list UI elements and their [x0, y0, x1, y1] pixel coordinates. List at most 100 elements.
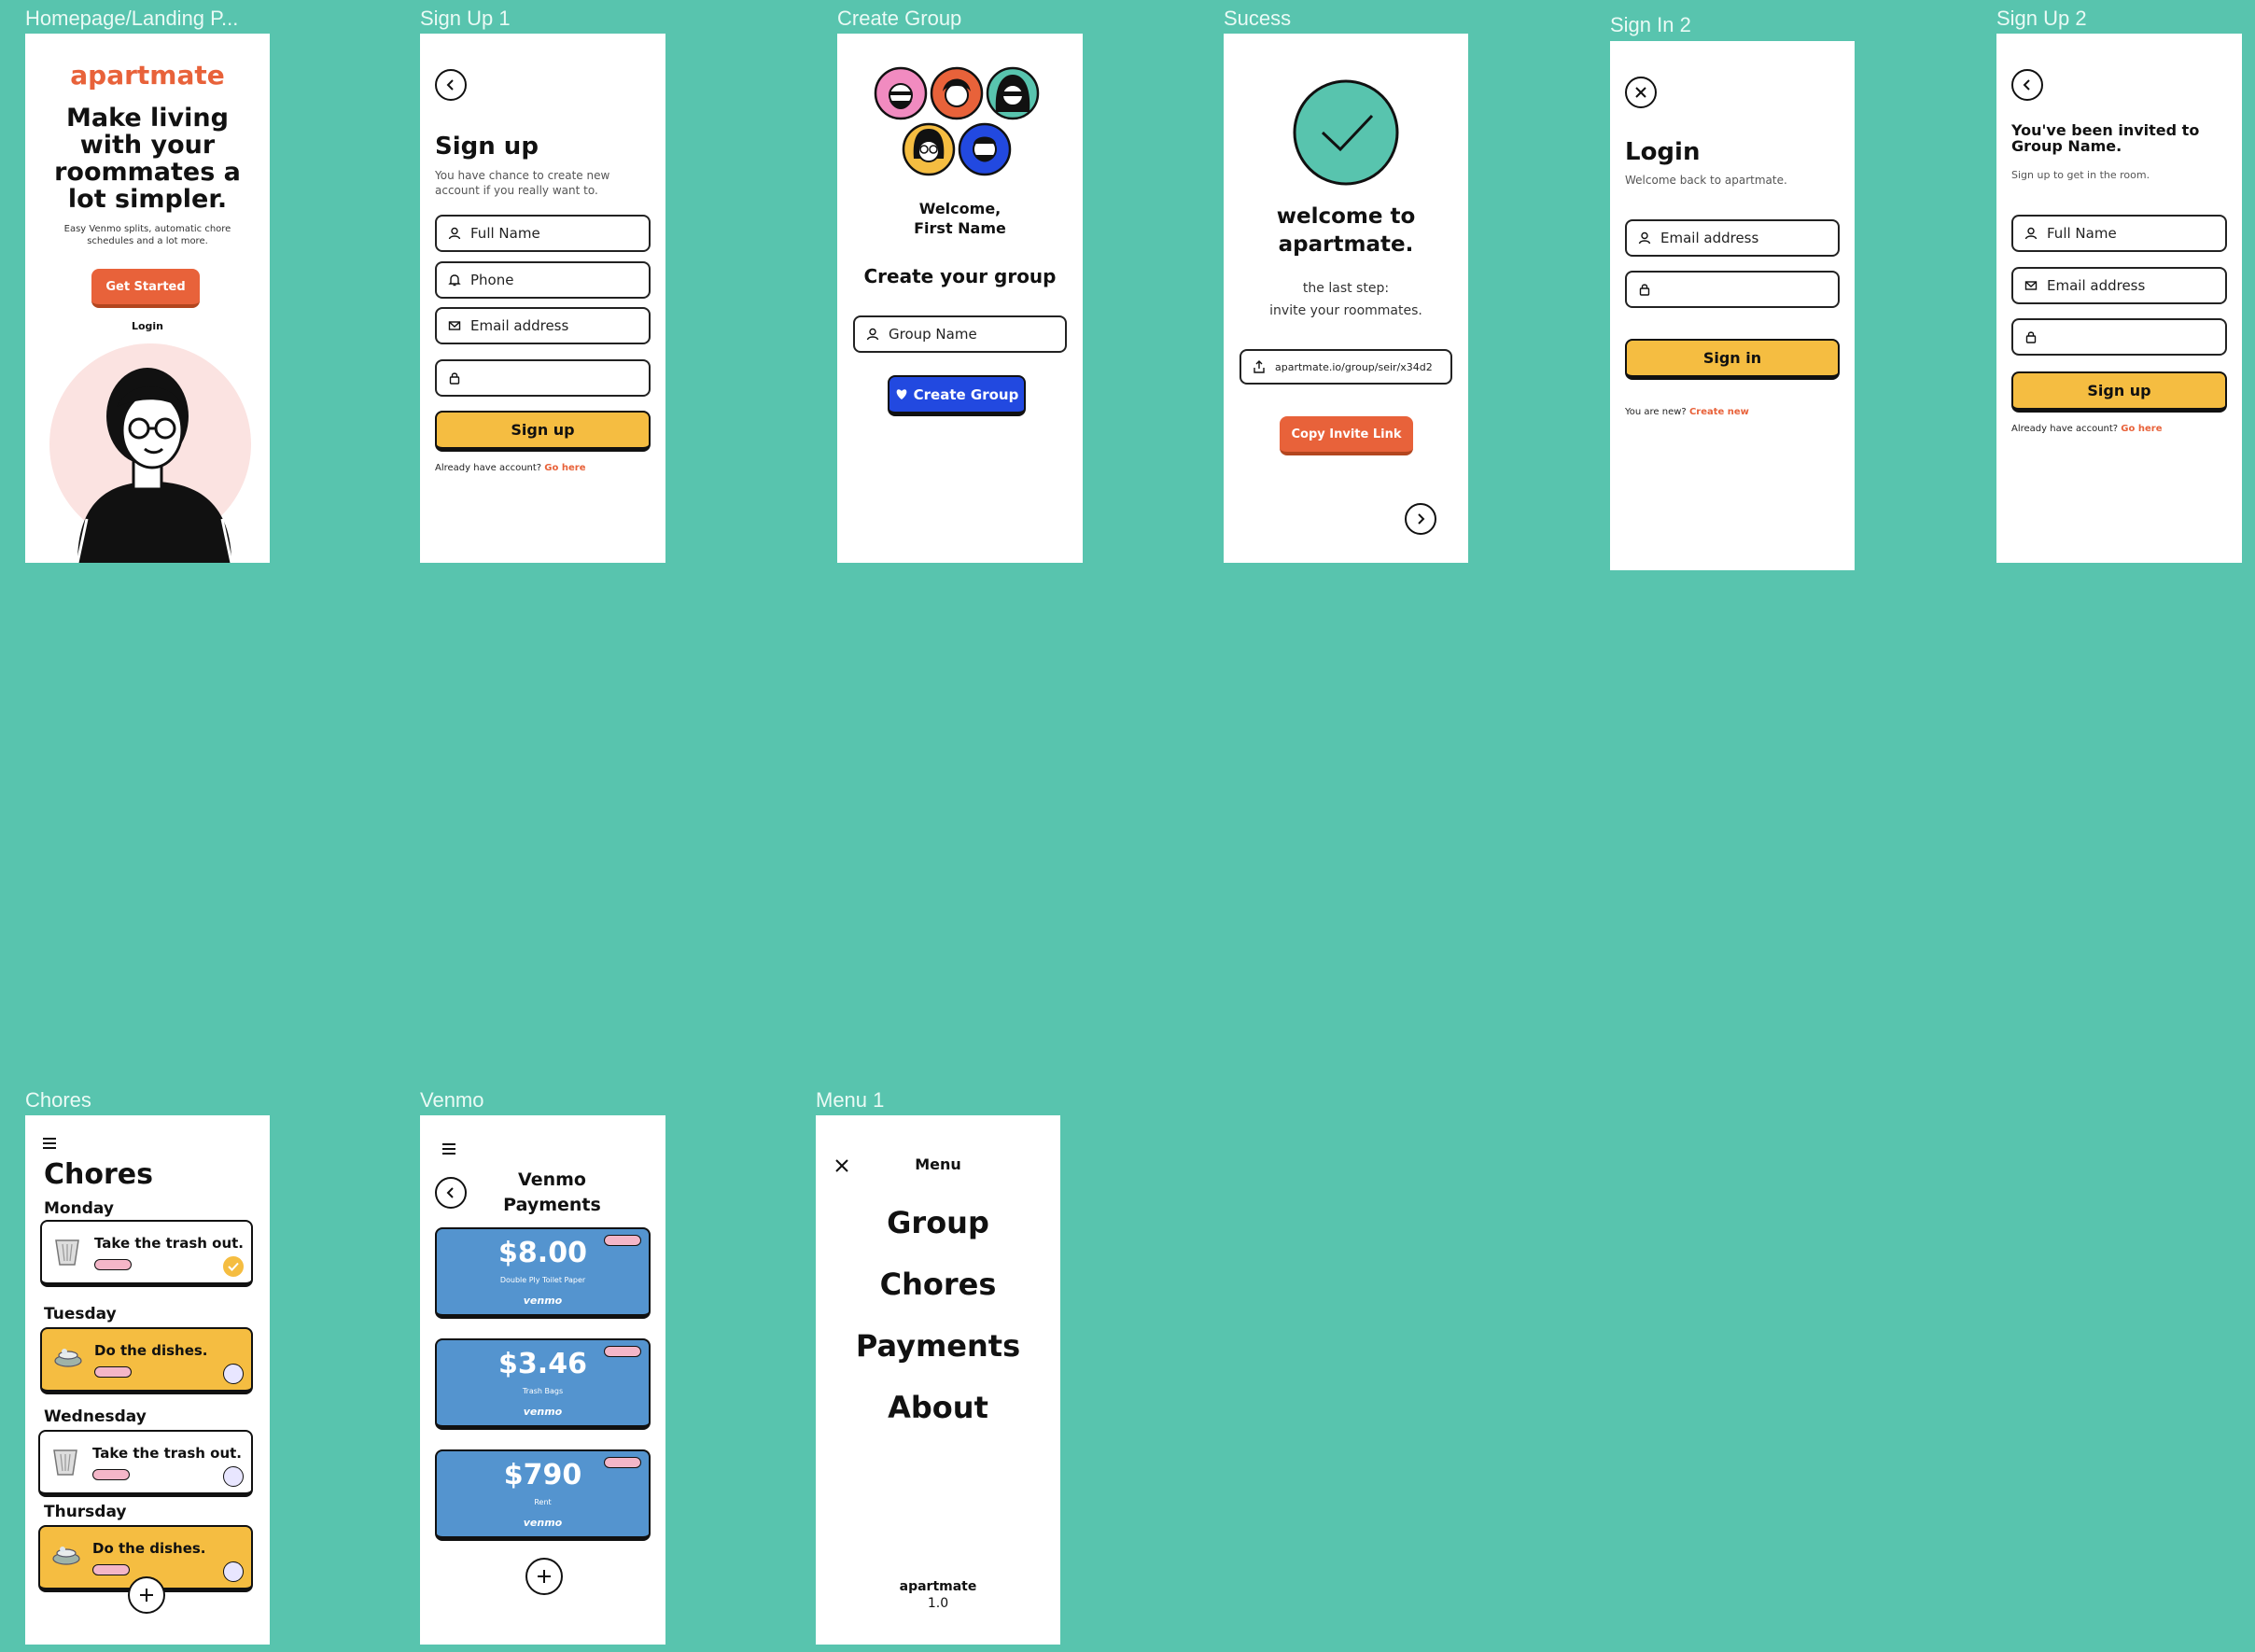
chore-done-checkbox[interactable]: [223, 1561, 244, 1582]
email-field[interactable]: [2011, 267, 2227, 304]
chevron-left-icon: [446, 1187, 454, 1198]
share-icon: [1254, 360, 1265, 373]
full-name-input[interactable]: [2047, 225, 2225, 242]
homepage-frame: apartmate Make living with your roommate…: [25, 34, 270, 563]
password-input[interactable]: [2047, 329, 2225, 345]
page-title: Create your group: [863, 265, 1057, 287]
full-name-field[interactable]: [435, 215, 651, 252]
password-input[interactable]: [470, 370, 649, 386]
roommate-illustration: [49, 343, 251, 563]
full-name-field[interactable]: [2011, 215, 2227, 252]
payment-description: Trash Bags: [522, 1387, 564, 1395]
user-icon: [2024, 227, 2038, 240]
welcome-text: Welcome, First Name: [837, 200, 1083, 239]
signin-prompt-text: Already have account?: [2011, 424, 2119, 434]
roommate-tag: [604, 1346, 641, 1357]
chore-card[interactable]: Take the trash out.: [40, 1220, 253, 1287]
back-button[interactable]: [435, 69, 467, 101]
frame-label-create-group: Create Group: [837, 7, 962, 30]
chore-title: Take the trash out.: [92, 1445, 243, 1462]
chore-done-checkbox[interactable]: [223, 1466, 244, 1487]
create-group-button[interactable]: Create Group: [888, 375, 1026, 416]
signup-button[interactable]: Sign up: [2011, 371, 2227, 413]
page-title: Venmo Payments: [476, 1168, 628, 1217]
menu-item-about[interactable]: About: [816, 1390, 1060, 1425]
menu-item-group[interactable]: Group: [816, 1205, 1060, 1240]
day-heading: Wednesday: [44, 1407, 147, 1426]
create-new-link[interactable]: Create new: [1689, 407, 1749, 417]
success-subtitle: the last step: invite your roommates.: [1224, 278, 1468, 323]
lock-icon: [1639, 284, 1650, 296]
plus-icon: [140, 1589, 153, 1602]
group-name-field[interactable]: [853, 315, 1067, 353]
chore-card[interactable]: Do the dishes.: [40, 1327, 253, 1394]
chore-done-checkbox[interactable]: [223, 1364, 244, 1384]
email-input[interactable]: [1660, 230, 1838, 246]
email-field[interactable]: [435, 307, 651, 344]
signin-button[interactable]: Sign in: [1625, 339, 1840, 380]
password-input[interactable]: [1660, 281, 1838, 298]
roommate-tag: [92, 1564, 130, 1575]
app-version: 1.0: [927, 1596, 949, 1612]
next-button[interactable]: [1405, 503, 1436, 535]
signup-prompt-text: You are new?: [1625, 407, 1687, 417]
invite-link-field[interactable]: apartmate.io/group/seir/x34d2: [1240, 349, 1452, 385]
frame-label-success: Sucess: [1224, 7, 1292, 30]
add-chore-button[interactable]: [128, 1576, 165, 1614]
avatar-icon: [986, 66, 1040, 120]
roommate-tag: [92, 1469, 130, 1480]
payment-card[interactable]: $790 Rent venmo: [435, 1449, 651, 1541]
hero-subtext: Easy Venmo splits, automatic chore sched…: [63, 224, 231, 246]
app-name: apartmate: [899, 1579, 977, 1594]
phone-input[interactable]: [470, 272, 649, 288]
hero-headline: Make living with your roommates a lot si…: [54, 104, 241, 215]
user-icon: [866, 328, 879, 341]
close-button[interactable]: [1625, 77, 1657, 108]
password-field[interactable]: [435, 359, 651, 397]
email-field[interactable]: [1625, 219, 1840, 257]
signup-button[interactable]: Sign up: [435, 411, 651, 452]
lock-icon: [449, 372, 460, 385]
get-started-button[interactable]: Get Started: [91, 269, 200, 308]
go-here-link[interactable]: Go here: [2121, 424, 2162, 434]
email-input[interactable]: [470, 317, 649, 334]
menu-item-payments[interactable]: Payments: [816, 1328, 1060, 1364]
copy-invite-link-button[interactable]: Copy Invite Link: [1280, 416, 1413, 455]
signup2-frame: You've been invited to Group Name. Sign …: [1996, 34, 2242, 563]
chores-frame: Chores Monday Take the trash out. Tuesda…: [25, 1115, 270, 1645]
venmo-logo: venmo: [523, 1406, 563, 1418]
hamburger-menu-icon[interactable]: [441, 1143, 456, 1155]
avatar-icon: [958, 122, 1012, 176]
user-first-name: First Name: [914, 218, 1006, 237]
payment-card[interactable]: $8.00 Double Ply Toilet Paper venmo: [435, 1227, 651, 1319]
menu-item-chores[interactable]: Chores: [816, 1267, 1060, 1302]
chore-done-checkbox[interactable]: [223, 1256, 244, 1277]
payment-card[interactable]: $3.46 Trash Bags venmo: [435, 1338, 651, 1430]
invite-text: invite your roommates.: [1269, 302, 1422, 318]
day-heading: Monday: [44, 1199, 114, 1218]
full-name-input[interactable]: [470, 225, 649, 242]
roommate-tag: [604, 1457, 641, 1468]
success-frame: welcome to apartmate. the last step: inv…: [1224, 34, 1468, 563]
password-field[interactable]: [2011, 318, 2227, 356]
signin-prompt: Already have account? Go here: [2011, 424, 2162, 434]
payment-description: Rent: [534, 1498, 552, 1506]
hamburger-menu-icon[interactable]: [42, 1138, 57, 1149]
go-here-link[interactable]: Go here: [544, 463, 585, 473]
menu-frame: Menu Group Chores Payments About apartma…: [816, 1115, 1060, 1645]
chore-card[interactable]: Take the trash out.: [38, 1430, 253, 1497]
group-name-input[interactable]: [889, 326, 1065, 343]
frame-label-signup2: Sign Up 2: [1996, 7, 2087, 30]
close-icon: [1635, 87, 1646, 98]
menu-title: Menu: [915, 1155, 961, 1173]
password-field[interactable]: [1625, 271, 1840, 308]
email-input[interactable]: [2047, 277, 2225, 294]
phone-field[interactable]: [435, 261, 651, 299]
page-title: Login: [1625, 138, 1701, 166]
back-button[interactable]: [435, 1177, 467, 1209]
add-payment-button[interactable]: [525, 1558, 563, 1595]
bell-icon: [448, 274, 461, 287]
back-button[interactable]: [2011, 69, 2043, 101]
plus-icon: [538, 1570, 551, 1583]
login-link[interactable]: Login: [25, 320, 270, 332]
